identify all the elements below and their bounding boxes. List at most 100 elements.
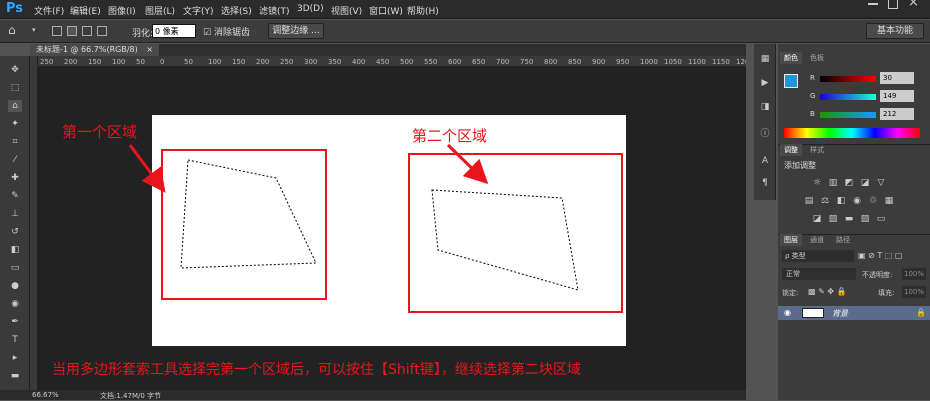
- history-brush-icon[interactable]: ↺: [8, 226, 22, 238]
- menu-file[interactable]: 文件(F): [34, 4, 64, 17]
- minimize-icon[interactable]: [868, 3, 878, 5]
- gradient-tool-icon[interactable]: ▭: [8, 262, 22, 274]
- opacity-input[interactable]: 100%: [902, 268, 926, 280]
- color-balance-icon[interactable]: ⚖: [820, 196, 830, 206]
- document-tab-label: 未标题-1 @ 66.7%(RGB/8): [36, 45, 138, 54]
- menu-3d[interactable]: 3D(D): [297, 4, 324, 14]
- ruler-tick: 1150: [712, 58, 730, 66]
- black-white-icon[interactable]: ◧: [836, 196, 846, 206]
- document-canvas[interactable]: [152, 115, 626, 346]
- menu-edit[interactable]: 编辑(E): [70, 4, 101, 17]
- antialias-checkbox[interactable]: ☑ 消除锯齿: [203, 25, 250, 38]
- tab-color[interactable]: 颜色: [780, 52, 802, 64]
- tab-adjustments[interactable]: 调整: [780, 144, 802, 156]
- threshold-icon[interactable]: ▬: [844, 214, 854, 224]
- channel-g-value[interactable]: 149: [880, 90, 914, 102]
- shape-tool-icon[interactable]: ▬: [8, 370, 22, 382]
- layer-filter-icons[interactable]: ▣ ⊘ T ⬚ ▢: [858, 251, 902, 260]
- paragraph-icon[interactable]: ¶: [759, 178, 771, 190]
- type-tool-icon[interactable]: T: [8, 334, 22, 346]
- ruler-tick: 1200: [736, 58, 746, 66]
- blur-tool-icon[interactable]: ●: [8, 280, 22, 292]
- hue-saturation-icon[interactable]: ▤: [804, 196, 814, 206]
- info-icon[interactable]: ⓘ: [759, 126, 771, 139]
- dodge-tool-icon[interactable]: ◉: [8, 298, 22, 310]
- slider-r[interactable]: [820, 76, 876, 82]
- character-icon[interactable]: A: [759, 156, 771, 168]
- ruler-tick: 900: [592, 58, 606, 66]
- tab-styles[interactable]: 样式: [806, 144, 828, 156]
- add-selection-icon[interactable]: [67, 26, 77, 36]
- polygonal-lasso-icon[interactable]: ⌂: [8, 23, 16, 37]
- menu-window[interactable]: 窗口(W): [369, 4, 403, 17]
- intersect-selection-icon[interactable]: [97, 26, 107, 36]
- exposure-icon[interactable]: ◪: [860, 178, 870, 188]
- tab-paths[interactable]: 路径: [832, 234, 854, 246]
- channel-mixer-icon[interactable]: ♲: [868, 196, 878, 206]
- feather-input[interactable]: 0 像素: [152, 24, 196, 38]
- close-icon[interactable]: ×: [908, 0, 919, 10]
- menu-layer[interactable]: 图层(L): [145, 4, 175, 17]
- posterize-icon[interactable]: ▨: [828, 214, 838, 224]
- lasso-tool-icon[interactable]: ⌂: [8, 100, 22, 112]
- blend-mode-select[interactable]: 正常: [782, 268, 856, 280]
- slider-b[interactable]: [820, 112, 876, 118]
- history-icon[interactable]: ▦: [759, 54, 771, 66]
- vibrance-icon[interactable]: ▽: [876, 178, 886, 188]
- channel-b-value[interactable]: 212: [880, 108, 914, 120]
- invert-icon[interactable]: ◪: [812, 214, 822, 224]
- marquee-tool-icon[interactable]: ⬚: [8, 82, 22, 94]
- adjustments-title: 添加调整: [784, 161, 816, 170]
- tab-channels[interactable]: 通道: [806, 234, 828, 246]
- move-tool-icon[interactable]: ✥: [8, 64, 22, 76]
- tab-swatches[interactable]: 色板: [806, 52, 828, 64]
- menu-help[interactable]: 帮助(H): [407, 4, 439, 17]
- chevron-down-icon[interactable]: ▾: [32, 26, 36, 34]
- lock-icons[interactable]: ▩ ✎ ✥ 🔒: [808, 287, 847, 296]
- crop-tool-icon[interactable]: ⌗: [8, 136, 22, 148]
- menu-bar: Ps 文件(F) 编辑(E) 图像(I) 图层(L) 文字(Y) 选择(S) 滤…: [0, 0, 930, 19]
- zoom-level[interactable]: 66.67%: [32, 391, 59, 399]
- channel-b-label: B: [810, 110, 815, 118]
- menu-image[interactable]: 图像(I): [108, 4, 136, 17]
- eyedropper-icon[interactable]: ⁄: [8, 154, 22, 166]
- properties-icon[interactable]: ◨: [759, 102, 771, 114]
- selective-color-icon[interactable]: ▧: [860, 214, 870, 224]
- document-tab[interactable]: 未标题-1 @ 66.7%(RGB/8) ×: [30, 44, 159, 56]
- tab-close-icon[interactable]: ×: [146, 45, 153, 54]
- channel-r-value[interactable]: 30: [880, 72, 914, 84]
- curves-icon[interactable]: ◩: [844, 178, 854, 188]
- clone-stamp-icon[interactable]: ⊥: [8, 208, 22, 220]
- magic-wand-icon[interactable]: ✦: [8, 118, 22, 130]
- brightness-icon[interactable]: ☼: [812, 178, 822, 188]
- menu-view[interactable]: 视图(V): [331, 4, 362, 17]
- fill-input[interactable]: 100%: [902, 286, 926, 298]
- photo-filter-icon[interactable]: ◉: [852, 196, 862, 206]
- menu-type[interactable]: 文字(Y): [183, 4, 214, 17]
- refine-edge-button[interactable]: 调整边缘 ...: [268, 23, 324, 39]
- ruler-tick: 50: [136, 58, 145, 66]
- maximize-icon[interactable]: [888, 0, 898, 9]
- brush-tool-icon[interactable]: ✎: [8, 190, 22, 202]
- tab-layers[interactable]: 图层: [780, 234, 802, 246]
- color-spectrum[interactable]: [784, 128, 920, 138]
- color-lookup-icon[interactable]: ▦: [884, 196, 894, 206]
- slider-g[interactable]: [820, 94, 876, 100]
- eye-icon[interactable]: ◉: [784, 308, 791, 317]
- menu-filter[interactable]: 滤镜(T): [259, 4, 290, 17]
- layer-row[interactable]: ◉ 背景 🔒: [778, 306, 930, 320]
- foreground-color-swatch[interactable]: [784, 74, 798, 88]
- pen-tool-icon[interactable]: ✒: [8, 316, 22, 328]
- new-selection-icon[interactable]: [52, 26, 62, 36]
- levels-icon[interactable]: ▥: [828, 178, 838, 188]
- actions-icon[interactable]: ▶: [759, 78, 771, 90]
- path-select-icon[interactable]: ▸: [8, 352, 22, 364]
- workspace-button[interactable]: 基本功能: [866, 23, 924, 39]
- menu-select[interactable]: 选择(S): [221, 4, 252, 17]
- layer-filter-select[interactable]: ρ 类型: [782, 250, 854, 262]
- subtract-selection-icon[interactable]: [82, 26, 92, 36]
- gradient-map-icon[interactable]: ▭: [876, 214, 886, 224]
- healing-brush-icon[interactable]: ✚: [8, 172, 22, 184]
- eraser-icon[interactable]: ◧: [8, 244, 22, 256]
- ruler-tick: 500: [400, 58, 414, 66]
